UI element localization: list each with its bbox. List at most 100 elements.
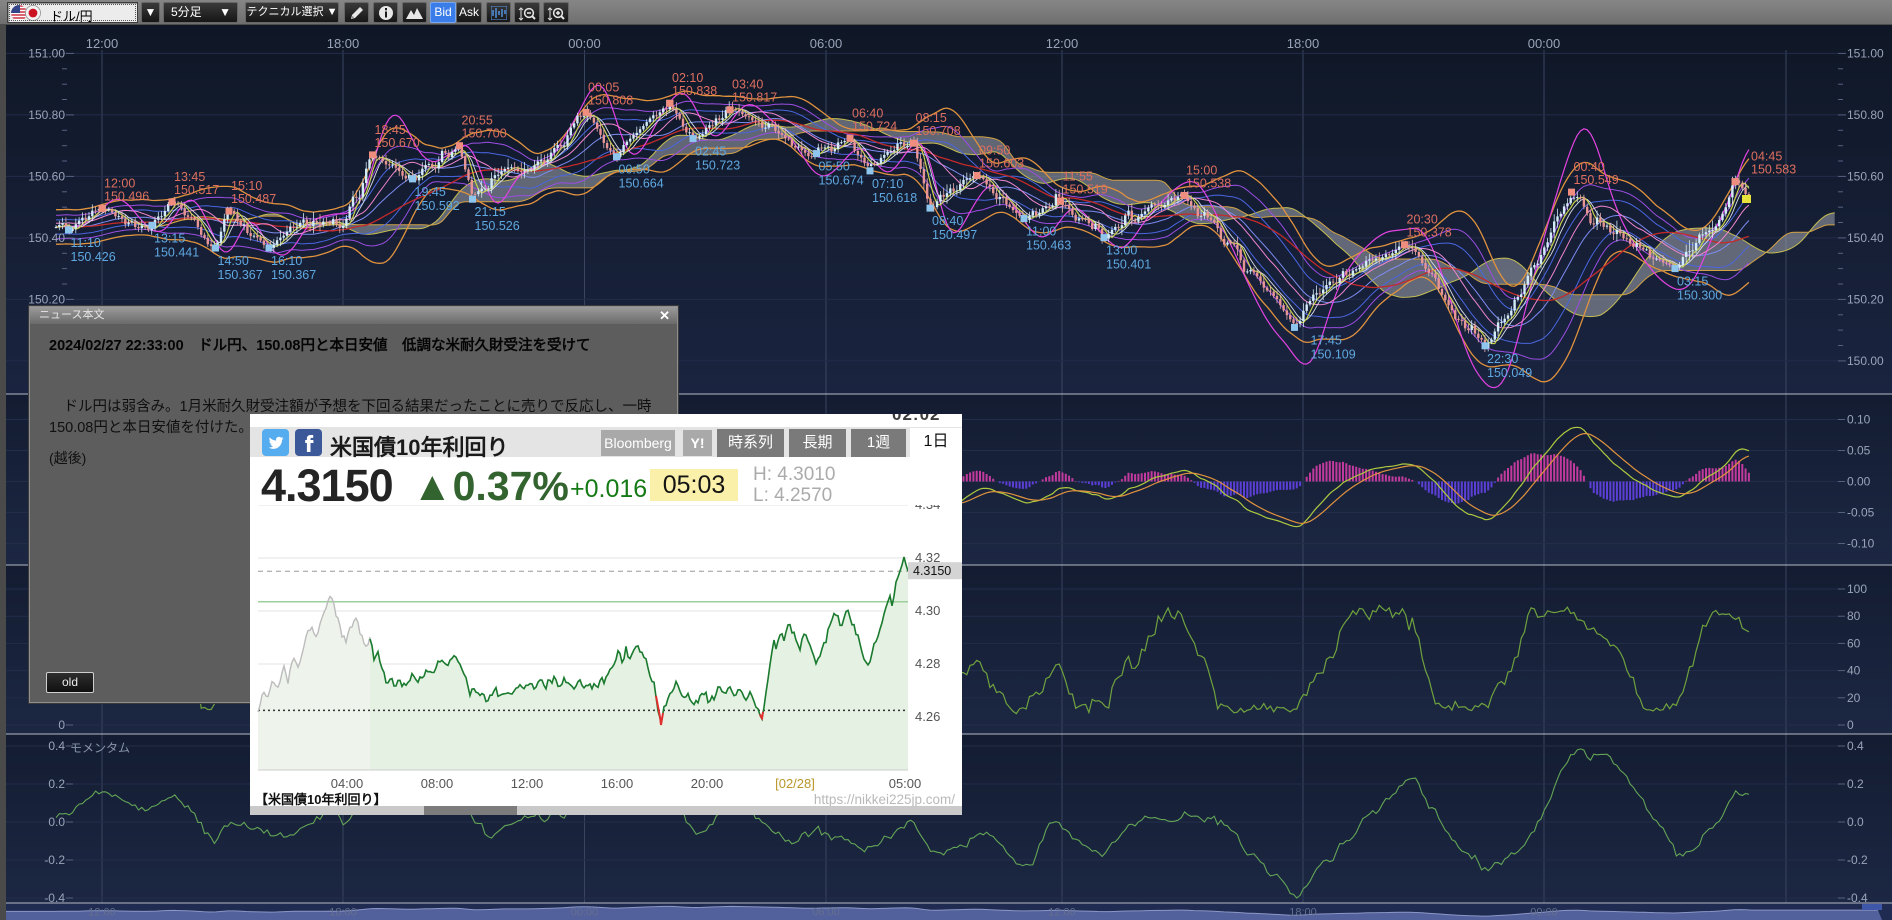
svg-text:21:15: 21:15 (475, 205, 506, 219)
svg-text:16:00: 16:00 (601, 776, 634, 791)
svg-text:0.4: 0.4 (48, 739, 65, 753)
svg-text:0.00: 0.00 (1847, 475, 1871, 489)
svg-text:20:30: 20:30 (1407, 213, 1438, 227)
svg-text:-0.4: -0.4 (1847, 891, 1868, 905)
svg-text:60: 60 (1847, 636, 1861, 650)
svg-text:40: 40 (1847, 664, 1861, 678)
svg-text:08:40: 08:40 (932, 214, 963, 228)
svg-text:22:30: 22:30 (1487, 352, 1518, 366)
svg-text:08:00: 08:00 (421, 776, 454, 791)
svg-text:https://nikkei225jp.com/: https://nikkei225jp.com/ (814, 792, 955, 807)
svg-text:15:00: 15:00 (1186, 164, 1217, 178)
svg-text:04:45: 04:45 (1751, 150, 1782, 164)
svg-text:150.618: 150.618 (872, 191, 917, 205)
svg-text:14:50: 14:50 (218, 254, 249, 268)
svg-text:00:00: 00:00 (568, 36, 601, 51)
svg-text:-0.05: -0.05 (1847, 506, 1875, 520)
svg-text:150.496: 150.496 (104, 189, 149, 203)
svg-text:100: 100 (1847, 582, 1867, 596)
svg-text:150.664: 150.664 (619, 177, 664, 191)
svg-text:0: 0 (1847, 718, 1854, 732)
svg-text:17:45: 17:45 (1311, 333, 1342, 347)
svg-text:150.838: 150.838 (672, 84, 717, 98)
svg-text:150.441: 150.441 (154, 245, 199, 259)
svg-text:0.2: 0.2 (1847, 777, 1864, 791)
svg-text:0.0: 0.0 (1847, 815, 1864, 829)
svg-text:150.670: 150.670 (375, 136, 420, 150)
svg-text:150.367: 150.367 (271, 268, 316, 282)
svg-text:-0.2: -0.2 (1847, 853, 1868, 867)
svg-text:150.426: 150.426 (71, 250, 116, 264)
svg-text:0.4: 0.4 (1847, 739, 1864, 753)
svg-text:150.80: 150.80 (28, 108, 65, 122)
svg-text:11:55: 11:55 (1063, 169, 1093, 183)
svg-text:12:00: 12:00 (1046, 36, 1079, 51)
svg-text:4.34: 4.34 (915, 505, 940, 512)
svg-text:00:40: 00:40 (1574, 160, 1605, 174)
svg-text:11:10: 11:10 (71, 236, 101, 250)
svg-text:07:10: 07:10 (872, 177, 903, 191)
svg-text:0.2: 0.2 (48, 777, 65, 791)
svg-text:12:00: 12:00 (511, 776, 544, 791)
svg-text:150.526: 150.526 (475, 219, 520, 233)
svg-text:150.40: 150.40 (1847, 231, 1884, 245)
svg-text:150.497: 150.497 (932, 228, 977, 242)
svg-text:02:10: 02:10 (672, 71, 703, 85)
svg-text:0: 0 (58, 718, 65, 732)
svg-text:12:00: 12:00 (104, 176, 135, 190)
svg-text:05:50: 05:50 (819, 160, 850, 174)
svg-text:80: 80 (1847, 609, 1861, 623)
svg-text:モメンタム: モメンタム (70, 741, 130, 755)
svg-text:150.817: 150.817 (732, 91, 777, 105)
svg-text:150.674: 150.674 (819, 174, 864, 188)
svg-text:150.724: 150.724 (852, 119, 897, 133)
svg-text:12:00: 12:00 (88, 907, 116, 919)
svg-text:20:00: 20:00 (691, 776, 724, 791)
svg-text:12:00: 12:00 (1048, 907, 1076, 919)
svg-text:150.40: 150.40 (28, 231, 65, 245)
svg-text:150.60: 150.60 (1847, 169, 1884, 183)
svg-text:-0.4: -0.4 (44, 891, 65, 905)
svg-text:150.00: 150.00 (1847, 354, 1884, 368)
svg-text:13:45: 13:45 (174, 170, 205, 184)
svg-text:150.708: 150.708 (916, 124, 961, 138)
svg-text:[02/28]: [02/28] (775, 776, 815, 791)
svg-text:13:15: 13:15 (154, 231, 185, 245)
svg-text:150.549: 150.549 (1574, 173, 1619, 187)
svg-text:150.538: 150.538 (1186, 177, 1231, 191)
svg-text:150.378: 150.378 (1407, 226, 1452, 240)
svg-text:150.109: 150.109 (1311, 347, 1356, 361)
svg-text:06:00: 06:00 (810, 36, 843, 51)
svg-text:12:00: 12:00 (86, 36, 119, 51)
svg-text:20:55: 20:55 (462, 114, 493, 128)
svg-text:05:00: 05:00 (889, 776, 922, 791)
svg-text:0.0: 0.0 (48, 815, 65, 829)
svg-text:16:10: 16:10 (271, 254, 302, 268)
svg-text:15:10: 15:10 (231, 179, 262, 193)
svg-text:150.592: 150.592 (415, 199, 460, 213)
svg-text:150.300: 150.300 (1677, 289, 1722, 303)
svg-text:150.808: 150.808 (588, 93, 633, 107)
svg-text:150.60: 150.60 (28, 169, 65, 183)
svg-text:18:00: 18:00 (1287, 36, 1320, 51)
svg-text:150.20: 150.20 (28, 292, 65, 306)
svg-text:150.20: 150.20 (1847, 292, 1884, 306)
svg-text:18:00: 18:00 (1289, 907, 1317, 919)
svg-text:18:45: 18:45 (375, 123, 406, 137)
svg-text:151.00: 151.00 (28, 46, 65, 60)
svg-text:4.30: 4.30 (915, 603, 940, 618)
svg-text:150.049: 150.049 (1487, 366, 1532, 380)
svg-text:4.28: 4.28 (915, 656, 940, 671)
svg-text:0.05: 0.05 (1847, 444, 1871, 458)
svg-text:00:05: 00:05 (588, 80, 619, 94)
svg-text:00:00: 00:00 (1528, 36, 1561, 51)
svg-text:-0.2: -0.2 (44, 853, 65, 867)
svg-text:150.700: 150.700 (462, 127, 507, 141)
svg-text:150.519: 150.519 (1063, 182, 1108, 196)
svg-text:150.487: 150.487 (231, 192, 276, 206)
svg-text:20: 20 (1847, 691, 1861, 705)
svg-text:19:45: 19:45 (415, 185, 446, 199)
svg-text:03:40: 03:40 (732, 78, 763, 92)
svg-text:09:50: 09:50 (979, 144, 1010, 158)
svg-text:4.3150: 4.3150 (913, 564, 951, 578)
